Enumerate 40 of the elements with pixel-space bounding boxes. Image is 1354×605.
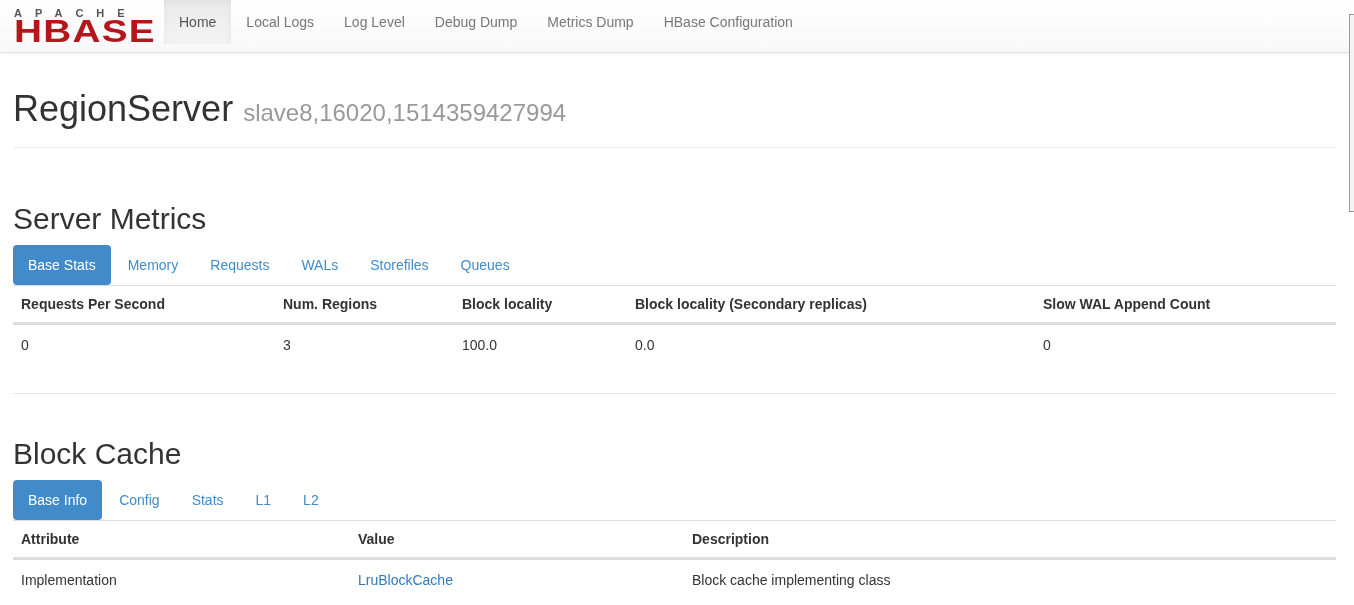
logo-tagline: APACHE	[14, 7, 139, 19]
column-header: Value	[357, 530, 396, 549]
tab[interactable]: Memory	[112, 245, 194, 285]
column-header: Slow WAL Append Count	[1042, 295, 1212, 314]
nav-link[interactable]: Log Level	[329, 0, 420, 44]
table-cell-text: 0	[20, 336, 30, 355]
table-cell-text: Block cache implementing class	[691, 571, 892, 590]
server-name: slave8,16020,1514359427994	[243, 99, 567, 127]
tab[interactable]: Stats	[176, 480, 239, 520]
nav-link[interactable]: Debug Dump	[419, 0, 533, 44]
table-cell-text: 0	[1042, 336, 1052, 355]
value-link[interactable]: LruBlockCache	[358, 572, 453, 588]
column-header: Requests Per Second	[20, 295, 166, 314]
tab[interactable]: Base Stats	[13, 245, 111, 285]
nav-link[interactable]: HBase Configuration	[648, 0, 808, 44]
column-header: Num. Regions	[282, 295, 379, 314]
tab[interactable]: WALs	[286, 245, 354, 285]
nav-link[interactable]: Home	[164, 0, 232, 44]
page-title: RegionServer	[13, 89, 234, 129]
table-cell-text: 0.0	[634, 336, 656, 355]
column-header: Block locality	[461, 295, 554, 314]
table-cell-text: Implementation	[20, 571, 118, 590]
nav-link[interactable]: Metrics Dump	[532, 0, 649, 44]
logo-wordmark: HBASE	[14, 18, 157, 45]
column-header: Block locality (Secondary replicas)	[634, 295, 868, 314]
tab[interactable]: Base Info	[13, 480, 103, 520]
tab[interactable]: L2	[288, 480, 334, 520]
section-title: Block Cache	[13, 437, 183, 470]
table-cell-text: 3	[282, 336, 292, 355]
column-header: Attribute	[20, 530, 81, 549]
tab[interactable]: Storefiles	[355, 245, 444, 285]
tab[interactable]: Requests	[195, 245, 285, 285]
tab[interactable]: Queues	[445, 245, 525, 285]
scrollbar[interactable]	[1349, 14, 1354, 212]
tab[interactable]: Config	[104, 480, 175, 520]
tab[interactable]: L1	[240, 480, 287, 520]
column-header: Description	[691, 530, 770, 549]
nav-link[interactable]: Local Logs	[231, 0, 330, 44]
table-cell-text: 100.0	[461, 336, 499, 355]
section-title: Server Metrics	[13, 202, 208, 235]
